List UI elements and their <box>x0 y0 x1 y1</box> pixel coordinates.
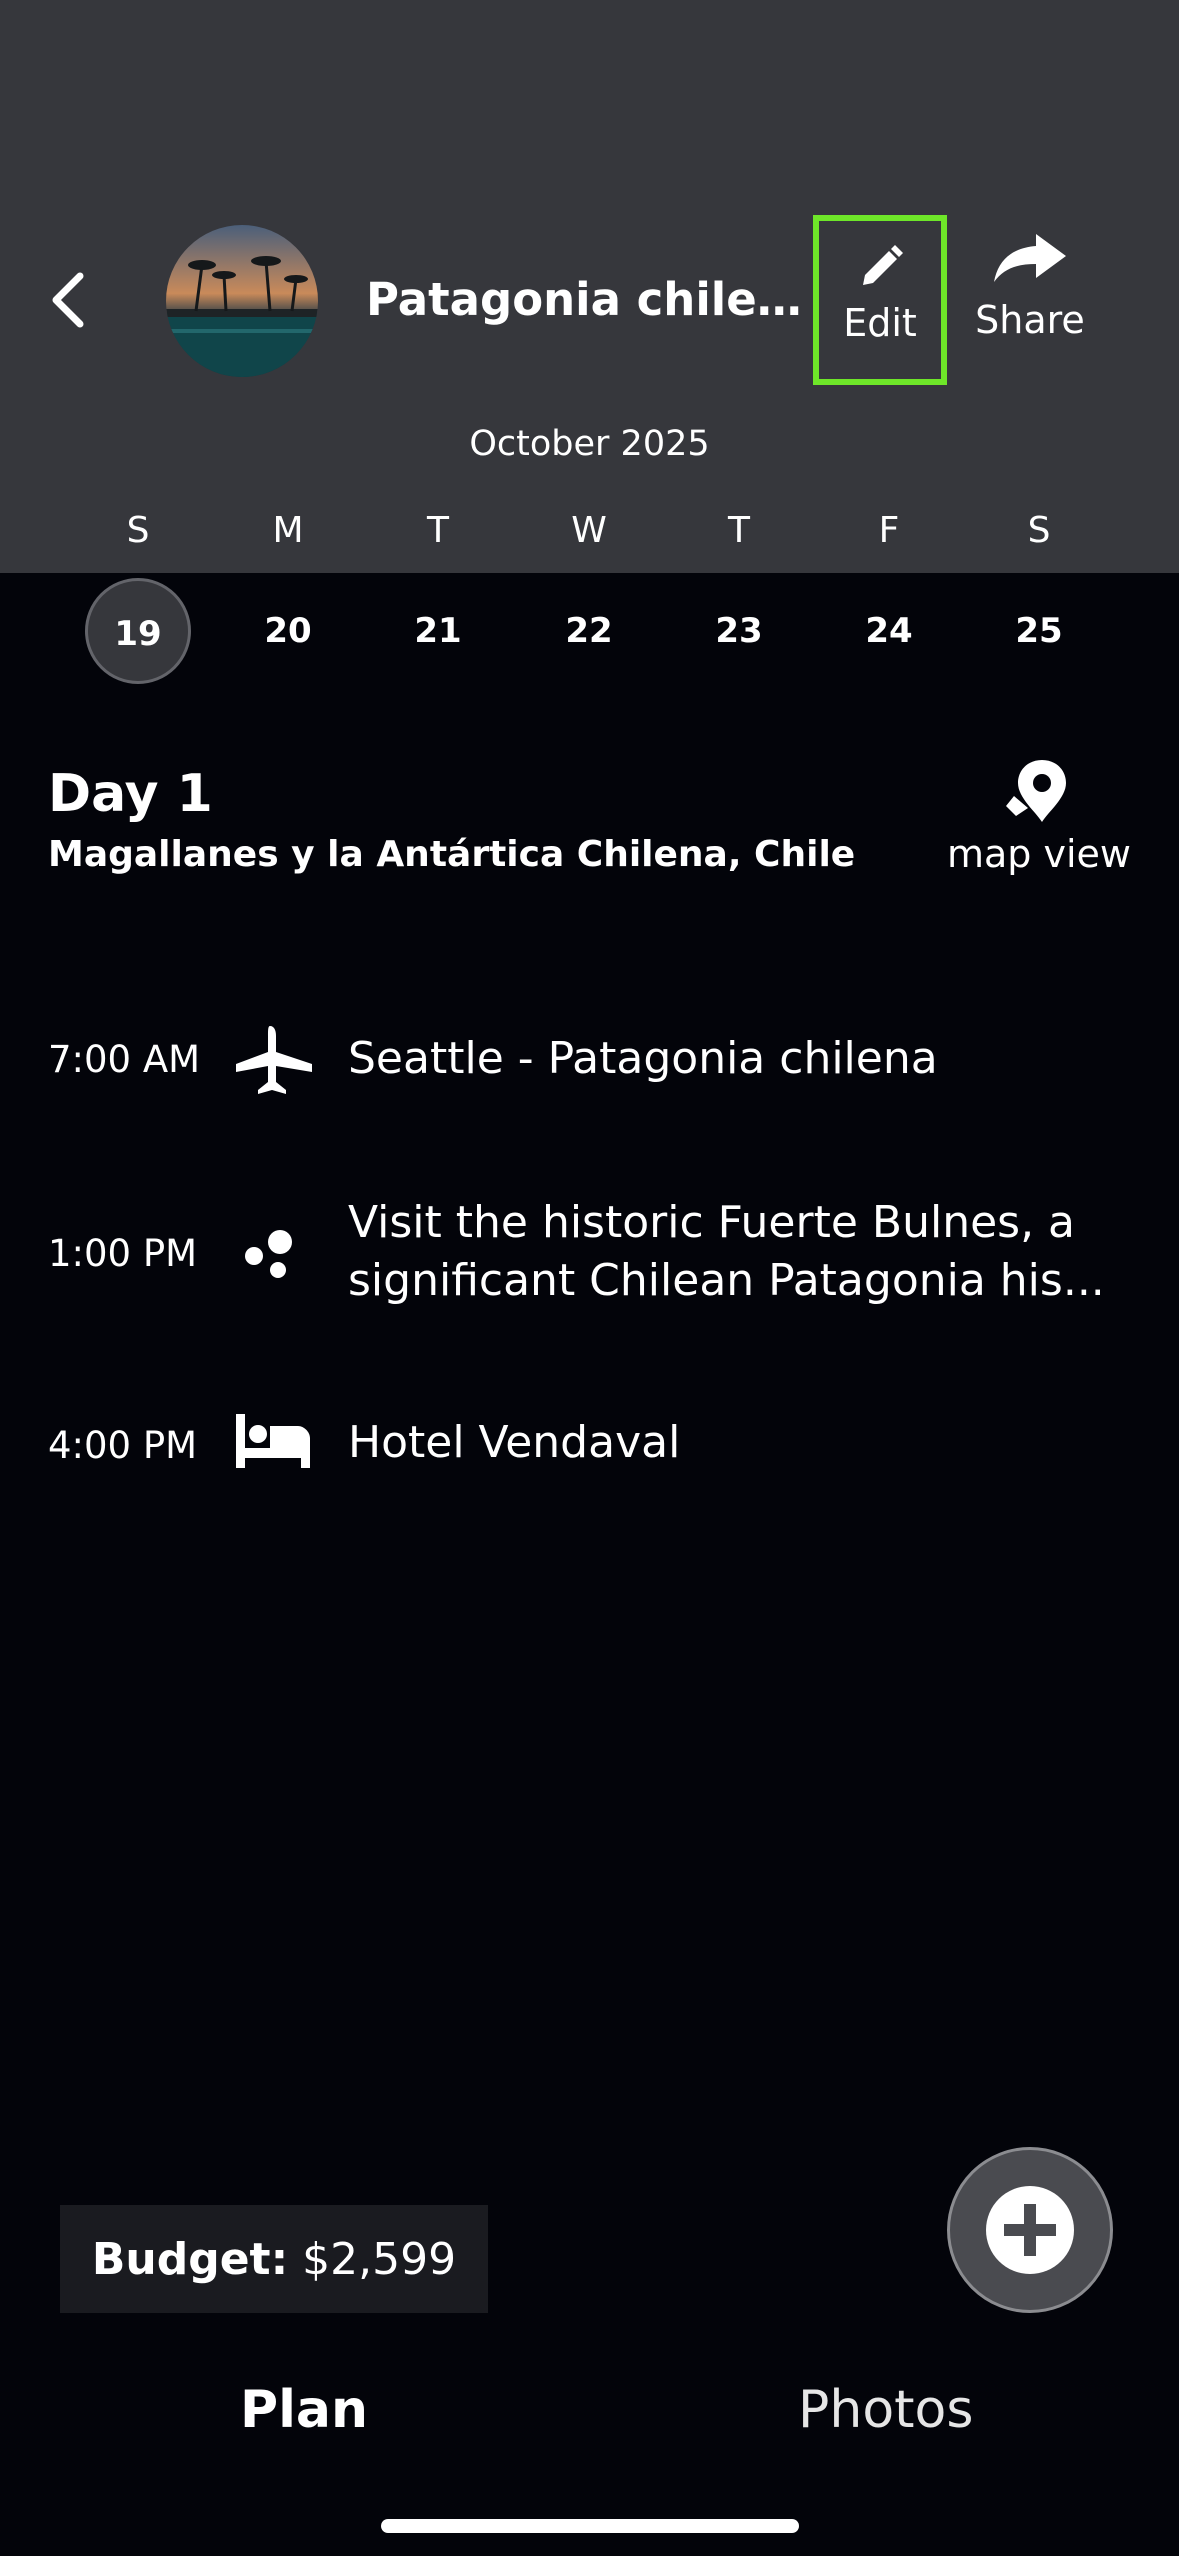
itinerary-item[interactable]: 4:00 PM Hotel Vendaval <box>0 1406 1179 1482</box>
weekday-label: W <box>571 510 607 551</box>
activity-dots-icon <box>245 1230 292 1278</box>
map-pin-icon <box>1006 760 1066 822</box>
weekday-label: S <box>126 510 150 551</box>
bed-icon <box>236 1414 310 1468</box>
day-title: Day 1 <box>48 764 213 824</box>
calendar-month: October 2025 <box>469 424 710 464</box>
add-item-button[interactable] <box>947 2147 1113 2313</box>
map-view-button[interactable]: map view <box>944 756 1134 886</box>
map-view-label: map view <box>946 832 1131 876</box>
itinerary-item[interactable]: 1:00 PM Visit the historic Fuerte Bulnes… <box>0 1190 1179 1320</box>
back-button[interactable] <box>38 262 98 338</box>
date-20[interactable]: 20 <box>235 578 341 684</box>
date-24[interactable]: 24 <box>836 578 942 684</box>
trip-photo <box>166 225 318 377</box>
weekday-label: S <box>1027 510 1051 551</box>
share-button[interactable]: Share <box>964 230 1096 380</box>
tab-plan[interactable]: Plan <box>240 2380 368 2440</box>
weekday-label: T <box>728 510 750 551</box>
date-23[interactable]: 23 <box>686 578 792 684</box>
itinerary-item[interactable]: 7:00 AM Seattle - Patagonia chilena <box>0 1022 1179 1098</box>
pencil-icon <box>863 245 903 285</box>
date-19-selected[interactable]: 19 <box>85 578 191 684</box>
item-text: Visit the historic Fuerte Bulnes, a sign… <box>348 1197 1105 1306</box>
airplane-icon <box>236 1026 312 1094</box>
chevron-left-icon <box>52 272 84 328</box>
weekday-label: T <box>427 510 449 551</box>
edit-label: Edit <box>843 301 917 345</box>
item-text: Seattle - Patagonia chilena <box>348 1033 938 1084</box>
date-row: 19 20 21 22 23 24 25 <box>0 575 1179 695</box>
item-time: 1:00 PM <box>48 1232 198 1275</box>
date-21[interactable]: 21 <box>385 578 491 684</box>
trip-title: Patagonia chilen... <box>366 273 806 326</box>
date-25[interactable]: 25 <box>986 578 1092 684</box>
trip-avatar[interactable] <box>166 225 318 377</box>
budget-value: $2,599 <box>302 2233 457 2285</box>
item-time: 4:00 PM <box>48 1424 198 1467</box>
budget-label: Budget: <box>91 2233 289 2285</box>
item-text: Hotel Vendaval <box>348 1417 681 1468</box>
header: Patagonia chilen... Edit Share October 2… <box>0 0 1179 573</box>
share-label: Share <box>975 298 1085 342</box>
share-arrow-icon <box>994 234 1066 282</box>
day-location: Magallanes y la Antártica Chilena, Chile <box>48 834 856 875</box>
weekday-label: F <box>878 510 900 551</box>
date-22[interactable]: 22 <box>536 578 642 684</box>
home-indicator <box>381 2519 799 2533</box>
weekday-label: M <box>272 510 304 551</box>
budget-panel: Budget: $2,599 <box>60 2205 488 2313</box>
plus-circle-icon <box>986 2186 1074 2274</box>
weekday-row: S M T W T F S <box>0 510 1179 570</box>
edit-button[interactable]: Edit <box>813 215 947 385</box>
item-time: 7:00 AM <box>48 1038 201 1081</box>
tab-photos[interactable]: Photos <box>798 2380 973 2440</box>
